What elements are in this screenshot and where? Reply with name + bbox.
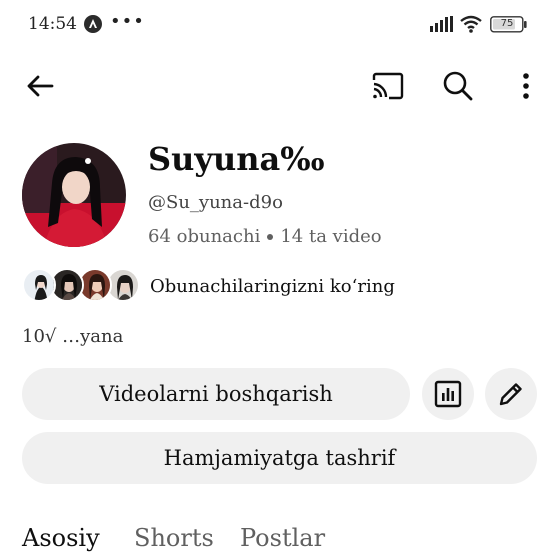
channel-handle: @Su_yuna-d9o (148, 192, 283, 213)
battery-icon: 75 (490, 16, 528, 33)
more-vert-icon (523, 73, 529, 99)
tab-home[interactable]: Asosiy (22, 524, 100, 552)
channel-tabs: Asosiy Shorts Postlar (22, 520, 542, 560)
tab-shorts[interactable]: Shorts (134, 524, 214, 552)
manage-videos-label: Videolarni boshqarish (99, 382, 333, 406)
wifi-icon (459, 14, 483, 34)
arrow-left-icon (27, 75, 54, 97)
channel-stats: 64 obunachi 14 ta video (148, 226, 382, 247)
analytics-button[interactable] (422, 368, 474, 420)
subscriber-count: 64 obunachi (148, 226, 261, 247)
channel-avatar[interactable] (22, 143, 126, 247)
subscribers-row[interactable]: Obunachilaringizni koʻring (22, 268, 422, 304)
manage-videos-button[interactable]: Videolarni boshqarish (22, 368, 410, 420)
analytics-icon (434, 380, 462, 408)
pencil-icon (499, 383, 522, 406)
back-button[interactable] (20, 66, 60, 106)
separator-dot (267, 233, 274, 240)
view-subscribers-link[interactable]: Obunachilaringizni koʻring (150, 276, 395, 297)
channel-name: Suyuna‰ (148, 140, 325, 178)
edit-button[interactable] (485, 368, 537, 420)
status-bar: 14:54 ••• 75 (0, 0, 560, 48)
search-icon (443, 71, 473, 101)
video-count: 14 ta video (280, 226, 382, 247)
status-more-icon: ••• (110, 11, 145, 32)
more-options-button[interactable] (506, 64, 546, 108)
channel-description-preview[interactable]: 10√ …yana (22, 326, 123, 347)
battery-level: 75 (500, 18, 514, 29)
signal-icon (430, 16, 454, 32)
cast-icon (372, 72, 404, 100)
status-time: 14:54 (28, 14, 77, 34)
top-app-bar (0, 56, 560, 112)
cast-button[interactable] (366, 66, 410, 106)
visit-community-label: Hamjamiyatga tashrif (163, 446, 396, 470)
visit-community-button[interactable]: Hamjamiyatga tashrif (22, 432, 537, 484)
search-button[interactable] (436, 64, 480, 108)
subscriber-avatar (22, 268, 56, 302)
app-notification-icon (84, 15, 102, 33)
tab-posts[interactable]: Postlar (240, 524, 325, 552)
